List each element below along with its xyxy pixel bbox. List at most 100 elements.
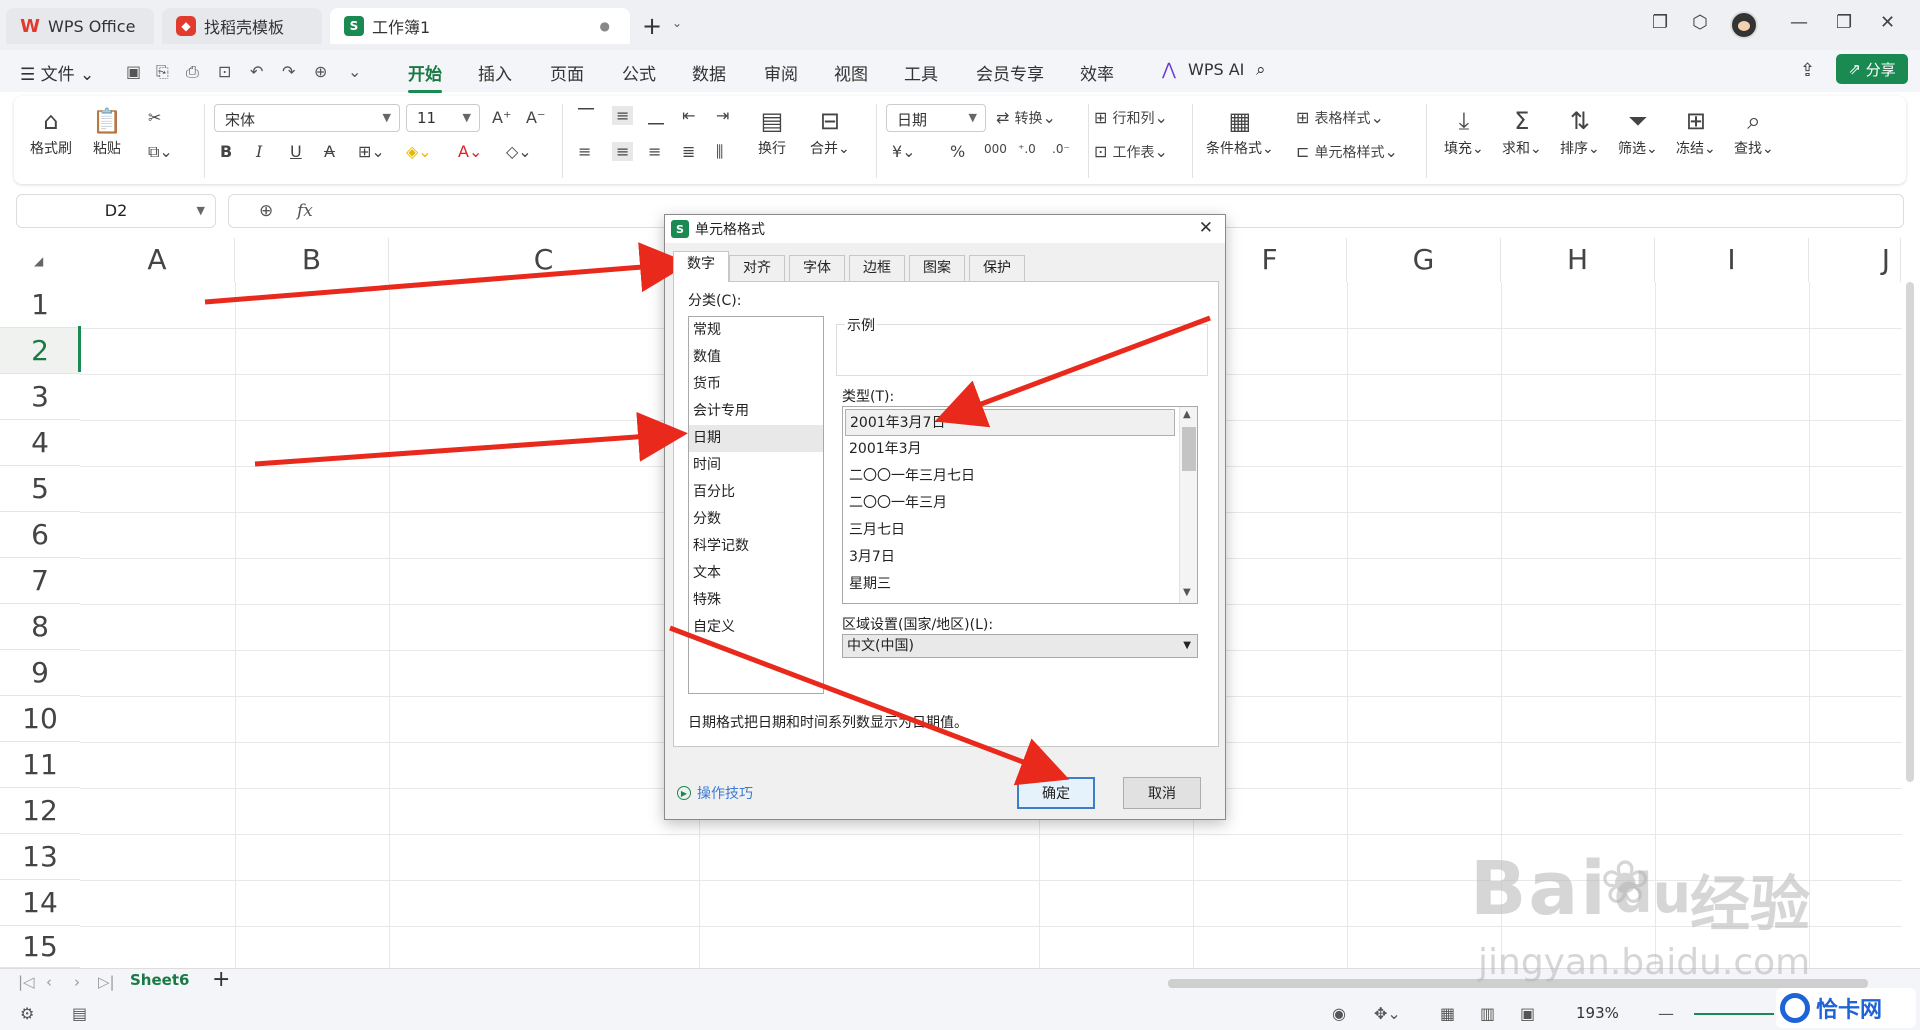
prev-sheet-icon[interactable]: ‹ — [46, 973, 52, 991]
clear-format-icon[interactable]: ◇⌄ — [506, 142, 532, 161]
row-header[interactable]: 10 — [0, 696, 80, 742]
list-item[interactable]: 数值 — [689, 344, 823, 371]
rows-cols-button[interactable]: ⊞ 行和列⌄ — [1094, 108, 1168, 128]
list-item[interactable]: 特殊 — [689, 587, 823, 614]
tab-pattern[interactable]: 图案 — [909, 255, 965, 281]
distribute-icon[interactable]: ⫼ — [716, 142, 723, 162]
currency-icon[interactable]: ¥⌄ — [892, 142, 916, 161]
ok-button[interactable]: 确定 — [1017, 777, 1095, 809]
list-item[interactable]: 三月七日 — [845, 517, 1175, 544]
list-item[interactable]: 会计专用 — [689, 398, 823, 425]
list-item[interactable]: 二〇〇一年三月 — [845, 490, 1175, 517]
save-icon[interactable]: ▣ — [126, 62, 141, 81]
restore-icon[interactable]: ❐ — [1836, 12, 1852, 33]
type-list[interactable]: 2001年3月7日 2001年3月 二〇〇一年三月七日 二〇〇一年三月 三月七日… — [842, 406, 1198, 604]
list-item[interactable]: 百分比 — [689, 479, 823, 506]
menu-insert[interactable]: 插入 — [478, 60, 512, 85]
list-item[interactable]: 自定义 — [689, 614, 823, 641]
scroll-down-icon[interactable]: ▼ — [1183, 587, 1191, 598]
function-icon[interactable]: fx — [297, 201, 313, 221]
align-right-icon[interactable]: ≡ — [648, 142, 661, 161]
conditional-format-button[interactable]: ▦ 条件格式⌄ — [1206, 104, 1274, 158]
row-header[interactable]: 11 — [0, 742, 80, 788]
normal-view-icon[interactable]: ▦ — [1440, 1004, 1455, 1023]
menu-tools[interactable]: 工具 — [904, 60, 938, 85]
tab-workbook[interactable]: S 工作簿1 ● — [330, 8, 630, 44]
tab-alignment[interactable]: 对齐 — [729, 255, 785, 281]
copy-icon[interactable]: ⧉⌄ — [148, 142, 173, 162]
font-name-select[interactable]: 宋体 ▼ — [214, 104, 400, 132]
column-header[interactable]: A — [80, 238, 235, 282]
column-header[interactable]: B — [235, 238, 389, 282]
list-item-selected[interactable]: 2001年3月7日 — [845, 409, 1175, 436]
font-size-select[interactable]: 11 ▼ — [406, 104, 480, 132]
type-list-scrollbar[interactable]: ▲ ▼ — [1179, 407, 1197, 603]
convert-button[interactable]: ⇄ 转换⌄ — [996, 108, 1056, 128]
close-icon[interactable]: ✕ — [1880, 12, 1895, 33]
align-bottom-icon[interactable]: ⎽ — [648, 106, 664, 126]
row-header[interactable]: 6 — [0, 512, 80, 558]
crosshair-icon[interactable]: ✥⌄ — [1374, 1004, 1401, 1023]
table-style-button[interactable]: ⊞ 表格样式⌄ — [1296, 108, 1384, 128]
indent-decrease-icon[interactable]: ⇤ — [682, 106, 695, 125]
list-item[interactable]: 文本 — [689, 560, 823, 587]
column-header[interactable]: H — [1501, 238, 1655, 282]
name-box[interactable]: D2 ▼ — [16, 194, 216, 228]
tab-templates[interactable]: ◆ 找稻壳模板 — [162, 8, 322, 44]
decimal-decrease-icon[interactable]: .0⁻ — [1052, 142, 1070, 156]
sheet-tab[interactable]: Sheet6 — [130, 971, 189, 989]
tab-font[interactable]: 字体 — [789, 255, 845, 281]
row-header[interactable]: 8 — [0, 604, 80, 650]
menu-efficiency[interactable]: 效率 — [1080, 60, 1114, 85]
row-header[interactable]: 14 — [0, 880, 80, 926]
list-item[interactable]: 时间 — [689, 452, 823, 479]
category-list[interactable]: 常规 数值 货币 会计专用 日期 时间 百分比 分数 科学记数 文本 特殊 自定… — [688, 316, 824, 694]
share-button[interactable]: ⇗ 分享 — [1836, 54, 1908, 84]
font-color-icon[interactable]: A⌄ — [458, 142, 482, 161]
tab-border[interactable]: 边框 — [849, 255, 905, 281]
sum-button[interactable]: Σ 求和⌄ — [1502, 104, 1542, 158]
next-sheet-icon[interactable]: › — [74, 973, 80, 991]
zoom-slider[interactable] — [1694, 1013, 1774, 1015]
menu-member[interactable]: 会员专享 — [976, 60, 1044, 85]
avatar[interactable] — [1730, 11, 1758, 39]
row-header[interactable]: 7 — [0, 558, 80, 604]
eye-protect-icon[interactable]: ◉ — [1332, 1004, 1346, 1023]
tab-number[interactable]: 数字 — [673, 251, 729, 282]
new-tab-icon[interactable]: + — [642, 12, 662, 40]
page-break-icon[interactable]: ▣ — [1520, 1004, 1535, 1023]
zoom-level[interactable]: 193% — [1576, 1004, 1619, 1022]
locale-select[interactable]: 中文(中国) ▼ — [842, 634, 1198, 658]
row-header[interactable]: 5 — [0, 466, 80, 512]
menu-formula[interactable]: 公式 — [622, 60, 656, 85]
increase-font-icon[interactable]: A⁺ — [492, 108, 511, 127]
row-header[interactable]: 1 — [0, 282, 80, 328]
undo-icon[interactable]: ↶ — [250, 62, 263, 81]
align-top-icon[interactable]: ⎺ — [578, 106, 594, 126]
align-middle-icon[interactable]: ≡ — [612, 106, 634, 125]
export-icon[interactable]: ⎘ — [156, 62, 169, 82]
window-icon[interactable]: ❐ — [1652, 12, 1668, 33]
list-item[interactable]: 星期三 — [845, 571, 1175, 598]
worksheet-button[interactable]: ⊡ 工作表⌄ — [1094, 142, 1168, 162]
tab-wps-office[interactable]: W WPS Office — [6, 8, 154, 44]
wrap-text-button[interactable]: ▤ 换行 — [758, 104, 786, 158]
underline-button[interactable]: U — [290, 142, 302, 161]
zoom-out-icon[interactable]: — — [1658, 1004, 1674, 1023]
format-painter-button[interactable]: ⌂ 格式刷 — [30, 104, 72, 158]
vertical-scrollbar[interactable] — [1906, 282, 1914, 782]
select-all-icon[interactable]: ◢ — [34, 254, 43, 268]
column-header[interactable]: G — [1347, 238, 1501, 282]
list-item-selected[interactable]: 日期 — [689, 425, 823, 452]
menu-data[interactable]: 数据 — [692, 60, 726, 85]
row-header[interactable]: 12 — [0, 788, 80, 834]
cloud-upload-icon[interactable]: ⇪ — [1800, 60, 1815, 81]
cube-icon[interactable]: ⬡ — [1692, 12, 1708, 33]
paste-button[interactable]: 📋 粘贴 — [92, 104, 122, 158]
page-icon[interactable]: ▤ — [72, 1004, 87, 1023]
list-item[interactable]: 科学记数 — [689, 533, 823, 560]
strikethrough-icon[interactable]: A — [324, 142, 335, 161]
italic-button[interactable]: I — [256, 142, 262, 161]
menu-file[interactable]: ☰ 文件 ⌄ — [20, 60, 94, 85]
filter-button[interactable]: ⏷ 筛选⌄ — [1618, 104, 1658, 158]
